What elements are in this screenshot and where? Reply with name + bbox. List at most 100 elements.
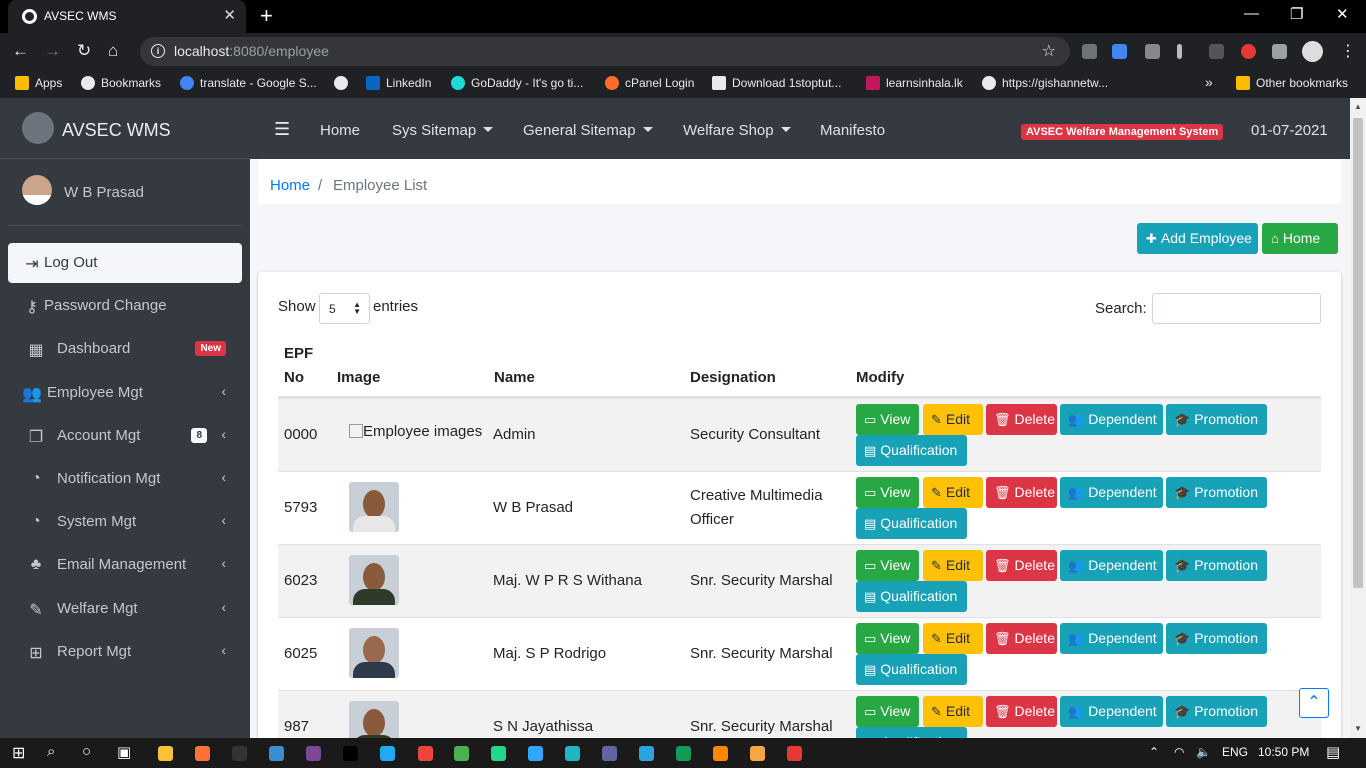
delete-button[interactable]: 🗑 Delete: [986, 623, 1057, 654]
window-close-icon[interactable]: ✕: [1336, 5, 1349, 23]
add-employee-button[interactable]: ✚ Add Employee: [1137, 223, 1258, 254]
qr-extension-icon[interactable]: [1209, 44, 1224, 59]
bookmark-translate[interactable]: translate - Google S...: [180, 76, 317, 90]
task-view-icon[interactable]: ▣: [117, 743, 131, 761]
view-button[interactable]: ▭ View: [856, 404, 919, 435]
extensions-puzzle-icon[interactable]: [1272, 44, 1287, 59]
adblock-extension-icon[interactable]: [1241, 44, 1256, 59]
dependent-button[interactable]: 👥 Dependent: [1060, 550, 1163, 581]
intellij-icon[interactable]: [343, 746, 358, 761]
delete-button[interactable]: 🗑 Delete: [986, 477, 1057, 508]
bookmark-learnsinhala[interactable]: learnsinhala.lk: [866, 76, 963, 90]
column-header-name[interactable]: Name: [494, 366, 535, 390]
qualification-button[interactable]: ▤Qualification: [856, 581, 967, 612]
sidebar-item-log-out[interactable]: ⇥ Log Out: [8, 243, 242, 283]
page-scrollbar[interactable]: ▲ ▼: [1350, 98, 1366, 738]
tab-close-icon[interactable]: ✕: [223, 6, 236, 24]
dependent-button[interactable]: 👥 Dependent: [1060, 477, 1163, 508]
sidebar-item-welfare-mgt[interactable]: ✎ Welfare Mgt ‹: [8, 589, 242, 629]
bookmark-godaddy[interactable]: GoDaddy - It's go ti...: [451, 76, 583, 90]
delete-button[interactable]: 🗑 Delete: [986, 404, 1057, 435]
anydesk-icon[interactable]: [418, 746, 433, 761]
delete-button[interactable]: 🗑 Delete: [986, 550, 1057, 581]
more-bookmarks-icon[interactable]: »: [1205, 74, 1213, 90]
bookmark-other[interactable]: Other bookmarks: [1236, 76, 1348, 90]
sidebar-item-system-mgt[interactable]: ◔ System Mgt ‹: [8, 502, 242, 542]
sidebar-item-email-management[interactable]: ♣ Email Management ‹: [8, 545, 242, 585]
windows-start-icon[interactable]: ⊞: [12, 743, 25, 763]
extension-icon[interactable]: [1082, 44, 1097, 59]
dependent-button[interactable]: 👥 Dependent: [1060, 404, 1163, 435]
tor-icon[interactable]: [306, 746, 321, 761]
dependent-button[interactable]: 👥 Dependent: [1060, 696, 1163, 727]
scroll-down-icon[interactable]: ▼: [1354, 724, 1362, 733]
bookmark-star-icon[interactable]: ☆: [1042, 41, 1056, 61]
input-language[interactable]: ENG: [1222, 745, 1248, 759]
terminal-icon[interactable]: [232, 746, 247, 761]
hamburger-menu-icon[interactable]: ☰: [274, 119, 290, 140]
url-bar[interactable]: i localhost:8080/employee ☆: [140, 37, 1070, 66]
nav-general-sitemap[interactable]: General Sitemap: [523, 122, 653, 139]
search-input[interactable]: [1152, 293, 1321, 324]
bookmark-download[interactable]: Download 1stoptut...: [712, 76, 841, 90]
column-header-designation[interactable]: Designation: [690, 366, 776, 390]
edit-button[interactable]: ✎ Edit: [923, 696, 983, 727]
promotion-button[interactable]: 🎓 Promotion: [1166, 477, 1267, 508]
scrollbar-thumb[interactable]: [1353, 118, 1363, 588]
promotion-button[interactable]: 🎓 Promotion: [1166, 696, 1267, 727]
reload-icon[interactable]: ↻: [77, 41, 91, 61]
browser-tab[interactable]: AVSEC WMS ✕: [8, 0, 246, 33]
view-button[interactable]: ▭ View: [856, 623, 919, 654]
remote-desktop-icon[interactable]: [269, 746, 284, 761]
edit-button[interactable]: ✎ Edit: [923, 623, 983, 654]
edit-button[interactable]: ✎ Edit: [923, 404, 983, 435]
show-hidden-icons-icon[interactable]: ⌃: [1149, 745, 1159, 759]
column-header-epf[interactable]: EPF No: [284, 342, 313, 390]
bookmark-apps[interactable]: Apps: [15, 76, 62, 90]
column-header-image[interactable]: Image: [337, 366, 380, 390]
search-icon[interactable]: ⌕: [47, 743, 55, 760]
home-button[interactable]: ⌂ Home: [1262, 223, 1338, 254]
sheets-icon[interactable]: [676, 746, 691, 761]
site-info-icon[interactable]: i: [151, 44, 165, 58]
volume-icon[interactable]: 🔈: [1196, 745, 1211, 759]
nav-sys-sitemap[interactable]: Sys Sitemap: [392, 122, 494, 139]
window-app-icon[interactable]: [750, 746, 765, 761]
cortana-icon[interactable]: ○: [82, 743, 91, 760]
qualification-button[interactable]: ▤Qualification: [856, 435, 967, 466]
translate-extension-icon[interactable]: [1112, 44, 1127, 59]
new-tab-icon[interactable]: +: [260, 3, 273, 29]
edit-button[interactable]: ✎ Edit: [923, 550, 983, 581]
view-button[interactable]: ▭ View: [856, 477, 919, 508]
firefox-icon[interactable]: [195, 746, 210, 761]
vlc-icon[interactable]: [713, 746, 728, 761]
back-icon[interactable]: ←: [12, 41, 29, 61]
bookmark-gishan[interactable]: https://gishannetw...: [982, 76, 1108, 90]
edit-button[interactable]: ✎ Edit: [923, 477, 983, 508]
bookmark-globe[interactable]: [334, 76, 354, 90]
record-icon[interactable]: [787, 746, 802, 761]
dependent-button[interactable]: 👥 Dependent: [1060, 623, 1163, 654]
bookmark-bookmarks[interactable]: Bookmarks: [81, 76, 161, 90]
teams-icon[interactable]: [602, 746, 617, 761]
profile-avatar[interactable]: [1302, 41, 1323, 62]
browser-menu-icon[interactable]: ⋮: [1340, 41, 1356, 61]
pen-extension-icon[interactable]: [1177, 44, 1182, 59]
photoshop-icon[interactable]: [528, 746, 543, 761]
entries-length-select[interactable]: 5 ▲ ▼: [319, 293, 370, 324]
wifi-icon[interactable]: ◠: [1174, 745, 1184, 759]
bookmark-linkedin[interactable]: LinkedIn: [366, 76, 431, 90]
view-button[interactable]: ▭ View: [856, 696, 919, 727]
nav-home[interactable]: Home: [320, 122, 360, 139]
user-panel[interactable]: W B Prasad: [8, 159, 242, 226]
promotion-button[interactable]: 🎓 Promotion: [1166, 623, 1267, 654]
view-button[interactable]: ▭ View: [856, 550, 919, 581]
sidebar-item-password-change[interactable]: ⚷ Password Change: [8, 286, 242, 326]
home-icon[interactable]: ⌂: [108, 41, 118, 61]
breadcrumb-home-link[interactable]: Home: [270, 177, 310, 194]
telegram-icon[interactable]: [639, 746, 654, 761]
sidebar-item-dashboard[interactable]: ▦ Dashboard New: [8, 329, 242, 369]
chrome-icon[interactable]: [454, 746, 469, 761]
clock-time[interactable]: 10:50 PM: [1258, 745, 1309, 759]
file-explorer-icon[interactable]: [158, 746, 173, 761]
